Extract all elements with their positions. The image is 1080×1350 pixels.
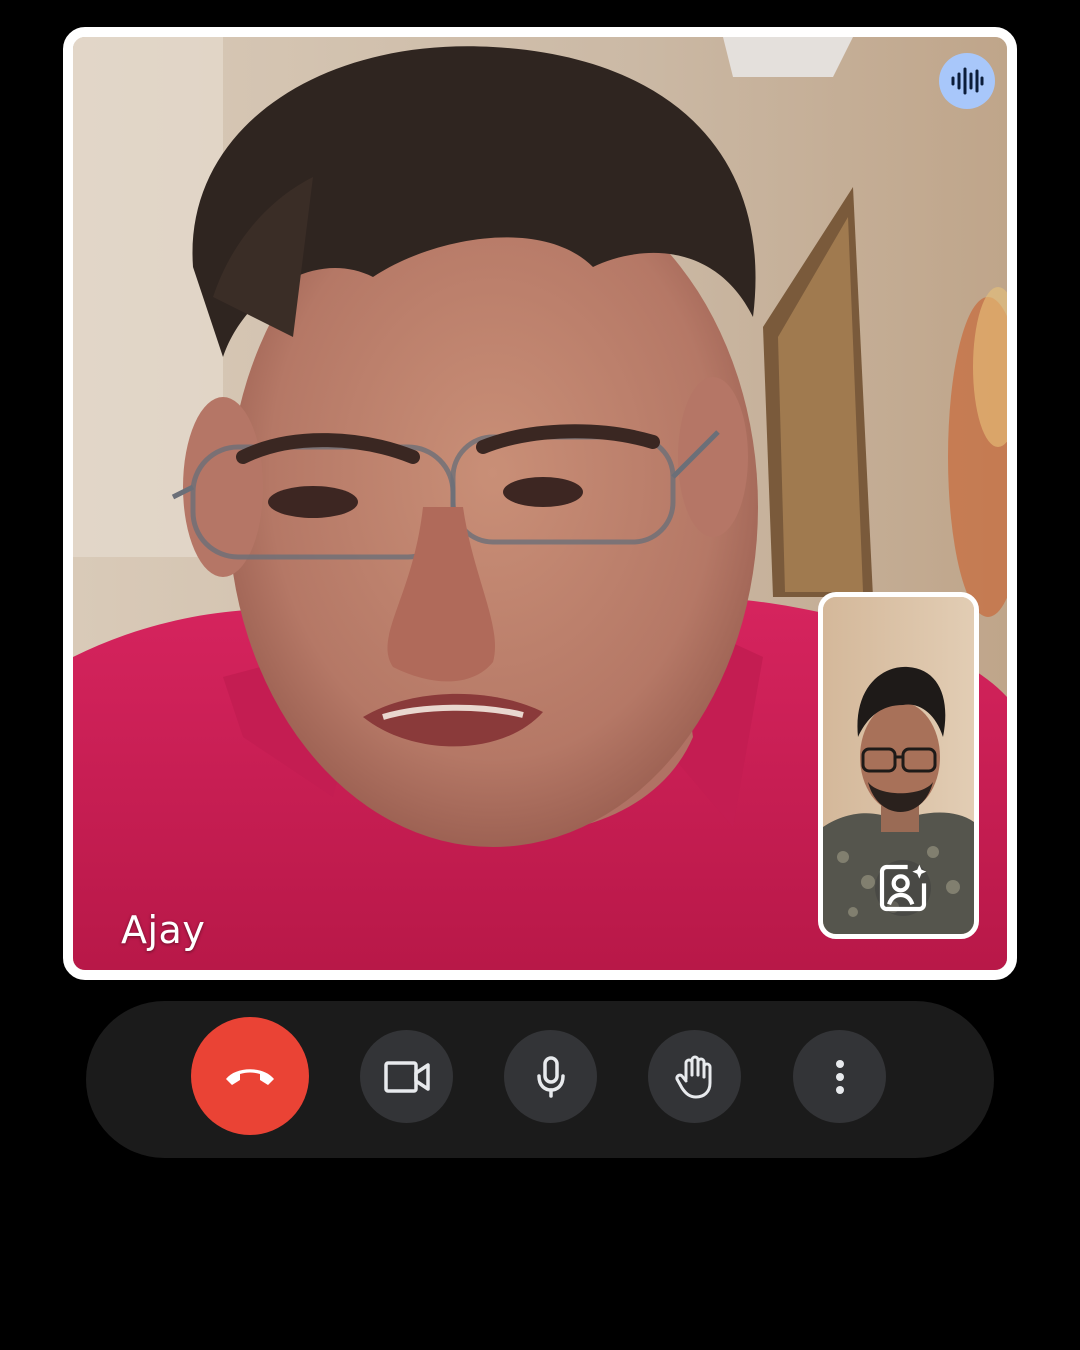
camera-toggle-button[interactable] <box>360 1030 453 1123</box>
video-call-screen: Ajay <box>0 0 1080 1350</box>
end-call-button[interactable] <box>191 1017 309 1135</box>
audio-waveform-icon <box>951 67 984 95</box>
hand-icon <box>674 1055 711 1098</box>
call-control-bar <box>86 1001 994 1158</box>
mic-icon <box>536 1055 565 1098</box>
self-view-effects-button[interactable] <box>875 860 931 916</box>
speaking-indicator <box>939 53 995 109</box>
portrait-effects-icon <box>879 864 927 912</box>
microphone-toggle-button[interactable] <box>504 1030 597 1123</box>
participant-name-label: Ajay <box>121 908 206 952</box>
phone-hangup-icon <box>226 1069 274 1085</box>
videocam-icon <box>383 1060 430 1093</box>
more-options-button[interactable] <box>793 1030 886 1123</box>
more-vertical-icon <box>835 1059 844 1094</box>
raise-hand-button[interactable] <box>648 1030 741 1123</box>
self-view-tile[interactable] <box>818 592 979 939</box>
